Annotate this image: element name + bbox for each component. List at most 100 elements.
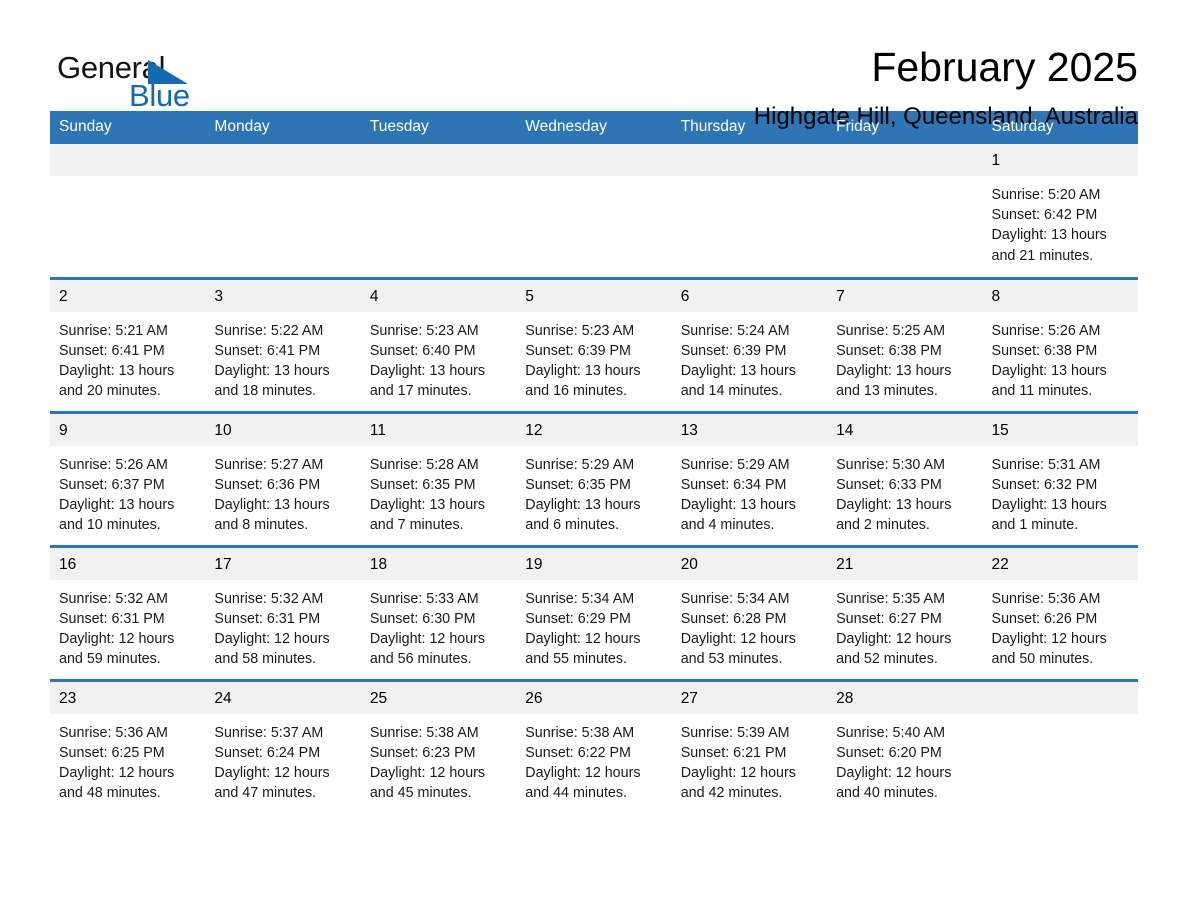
daylight-text-line1: Daylight: 12 hours [525, 630, 641, 647]
day-details: Sunrise: 5:33 AM Sunset: 6:30 PM Dayligh… [361, 580, 516, 670]
daylight-text-line1: Daylight: 13 hours [991, 362, 1107, 379]
day-cell[interactable] [982, 678, 1138, 814]
day-cell[interactable]: 23 Sunrise: 5:36 AM Sunset: 6:25 PM Dayl… [50, 678, 206, 814]
sunset-text: Sunset: 6:20 PM [836, 744, 942, 761]
day-cell[interactable]: 9 Sunrise: 5:26 AM Sunset: 6:37 PM Dayli… [50, 410, 206, 546]
day-cell[interactable]: 20 Sunrise: 5:34 AM Sunset: 6:28 PM Dayl… [671, 544, 828, 680]
day-number: 1 [982, 144, 1138, 176]
week-row: 2 Sunrise: 5:21 AM Sunset: 6:41 PM Dayli… [50, 276, 1138, 412]
day-number [516, 144, 672, 176]
sunrise-text: Sunrise: 5:39 AM [680, 724, 790, 741]
daylight-text-line2: and 45 minutes. [369, 785, 472, 802]
day-cell[interactable]: 18 Sunrise: 5:33 AM Sunset: 6:30 PM Dayl… [360, 544, 517, 680]
day-cell[interactable]: 2 Sunrise: 5:21 AM Sunset: 6:41 PM Dayli… [50, 276, 206, 412]
day-cell[interactable]: 27 Sunrise: 5:39 AM Sunset: 6:21 PM Dayl… [671, 678, 828, 814]
sunset-text: Sunset: 6:42 PM [991, 207, 1098, 224]
sunset-text: Sunset: 6:22 PM [525, 744, 631, 761]
day-details: Sunrise: 5:30 AM Sunset: 6:33 PM Dayligh… [827, 446, 982, 536]
day-number: 22 [982, 547, 1138, 580]
day-details [516, 176, 671, 185]
day-details: Sunrise: 5:25 AM Sunset: 6:38 PM Dayligh… [827, 312, 982, 402]
daylight-text-line1: Daylight: 12 hours [525, 764, 641, 781]
day-cell[interactable]: 4 Sunrise: 5:23 AM Sunset: 6:40 PM Dayli… [360, 276, 517, 412]
day-cell[interactable]: 7 Sunrise: 5:25 AM Sunset: 6:38 PM Dayli… [827, 276, 983, 412]
day-cell[interactable]: 8 Sunrise: 5:26 AM Sunset: 6:38 PM Dayli… [982, 276, 1138, 412]
day-number: 26 [516, 681, 672, 714]
daylight-text-line2: and 13 minutes. [836, 383, 938, 400]
daylight-text-line1: Daylight: 12 hours [369, 764, 486, 781]
day-cell[interactable]: 14 Sunrise: 5:30 AM Sunset: 6:33 PM Dayl… [827, 410, 983, 546]
daylight-text-line2: and 59 minutes. [59, 651, 161, 668]
day-details [361, 176, 516, 185]
sunset-text: Sunset: 6:39 PM [680, 342, 787, 359]
day-cell[interactable]: 17 Sunrise: 5:32 AM Sunset: 6:31 PM Dayl… [205, 544, 361, 680]
day-cell[interactable]: 10 Sunrise: 5:27 AM Sunset: 6:36 PM Dayl… [205, 410, 361, 546]
daylight-text-line1: Daylight: 13 hours [214, 362, 330, 379]
sunrise-text: Sunrise: 5:20 AM [991, 187, 1101, 203]
sunrise-text: Sunrise: 5:35 AM [836, 590, 945, 607]
day-cell[interactable]: 24 Sunrise: 5:37 AM Sunset: 6:24 PM Dayl… [205, 678, 361, 814]
day-details: Sunrise: 5:28 AM Sunset: 6:35 PM Dayligh… [361, 446, 516, 536]
week-row: 16 Sunrise: 5:32 AM Sunset: 6:31 PM Dayl… [50, 544, 1138, 680]
day-cell[interactable] [671, 144, 828, 278]
day-cell[interactable] [360, 144, 517, 278]
daylight-text-line2: and 4 minutes. [680, 517, 775, 534]
day-cell[interactable]: 12 Sunrise: 5:29 AM Sunset: 6:35 PM Dayl… [516, 410, 672, 546]
day-cell[interactable]: 21 Sunrise: 5:35 AM Sunset: 6:27 PM Dayl… [827, 544, 983, 680]
day-number: 4 [360, 279, 517, 312]
day-details: Sunrise: 5:34 AM Sunset: 6:29 PM Dayligh… [516, 580, 671, 670]
day-number [50, 144, 206, 176]
day-cell[interactable]: 15 Sunrise: 5:31 AM Sunset: 6:32 PM Dayl… [982, 410, 1138, 546]
sunrise-text: Sunrise: 5:23 AM [369, 322, 479, 339]
day-details: Sunrise: 5:23 AM Sunset: 6:40 PM Dayligh… [361, 312, 516, 402]
day-number: 16 [50, 547, 206, 580]
day-details: Sunrise: 5:34 AM Sunset: 6:28 PM Dayligh… [672, 580, 827, 670]
day-number: 17 [205, 547, 361, 580]
sunrise-text: Sunrise: 5:24 AM [680, 322, 790, 339]
day-cell[interactable]: 25 Sunrise: 5:38 AM Sunset: 6:23 PM Dayl… [360, 678, 517, 814]
daylight-text-line2: and 7 minutes. [369, 517, 464, 534]
sunrise-text: Sunrise: 5:28 AM [369, 456, 479, 473]
daylight-text-line1: Daylight: 13 hours [680, 362, 796, 379]
day-cell[interactable]: 19 Sunrise: 5:34 AM Sunset: 6:29 PM Dayl… [516, 544, 672, 680]
day-details: Sunrise: 5:29 AM Sunset: 6:34 PM Dayligh… [672, 446, 827, 536]
week-row: 23 Sunrise: 5:36 AM Sunset: 6:25 PM Dayl… [50, 678, 1138, 814]
day-details: Sunrise: 5:23 AM Sunset: 6:39 PM Dayligh… [516, 312, 671, 402]
day-number: 12 [516, 413, 672, 446]
day-details: Sunrise: 5:37 AM Sunset: 6:24 PM Dayligh… [205, 714, 360, 804]
day-cell[interactable] [516, 144, 672, 278]
daylight-text-line2: and 53 minutes. [680, 651, 783, 668]
sunset-text: Sunset: 6:26 PM [991, 610, 1098, 627]
day-cell[interactable]: 6 Sunrise: 5:24 AM Sunset: 6:39 PM Dayli… [671, 276, 828, 412]
day-details: Sunrise: 5:26 AM Sunset: 6:38 PM Dayligh… [983, 312, 1138, 402]
day-cell[interactable]: 5 Sunrise: 5:23 AM Sunset: 6:39 PM Dayli… [516, 276, 672, 412]
daylight-text-line2: and 47 minutes. [214, 785, 317, 802]
day-cell[interactable]: 3 Sunrise: 5:22 AM Sunset: 6:41 PM Dayli… [205, 276, 361, 412]
sunset-text: Sunset: 6:39 PM [525, 342, 631, 359]
day-cell[interactable]: 26 Sunrise: 5:38 AM Sunset: 6:22 PM Dayl… [516, 678, 672, 814]
sunrise-text: Sunrise: 5:38 AM [525, 724, 635, 741]
daylight-text-line1: Daylight: 12 hours [59, 630, 175, 647]
day-number: 14 [827, 413, 983, 446]
day-cell[interactable] [827, 144, 983, 278]
sunrise-text: Sunrise: 5:26 AM [59, 456, 168, 473]
day-cell[interactable]: 13 Sunrise: 5:29 AM Sunset: 6:34 PM Dayl… [671, 410, 828, 546]
daylight-text-line1: Daylight: 13 hours [991, 496, 1107, 513]
day-details [983, 714, 1138, 723]
day-number: 13 [671, 413, 828, 446]
day-cell[interactable]: 16 Sunrise: 5:32 AM Sunset: 6:31 PM Dayl… [50, 544, 206, 680]
day-cell[interactable] [205, 144, 361, 278]
sunrise-text: Sunrise: 5:38 AM [369, 724, 479, 741]
daylight-text-line1: Daylight: 12 hours [214, 630, 330, 647]
day-cell[interactable]: 1 Sunrise: 5:20 AM Sunset: 6:42 PM Dayli… [982, 144, 1138, 278]
sunrise-text: Sunrise: 5:29 AM [525, 456, 635, 473]
day-cell[interactable]: 22 Sunrise: 5:36 AM Sunset: 6:26 PM Dayl… [982, 544, 1138, 680]
sunset-text: Sunset: 6:31 PM [214, 610, 321, 627]
daylight-text-line1: Daylight: 13 hours [59, 362, 175, 379]
title-block: February 2025 Highgate Hill, Queensland,… [754, 44, 1138, 131]
day-number [360, 144, 517, 176]
daylight-text-line2: and 58 minutes. [214, 651, 317, 668]
day-cell[interactable]: 11 Sunrise: 5:28 AM Sunset: 6:35 PM Dayl… [360, 410, 517, 546]
day-cell[interactable] [50, 144, 206, 278]
day-cell[interactable]: 28 Sunrise: 5:40 AM Sunset: 6:20 PM Dayl… [827, 678, 983, 814]
